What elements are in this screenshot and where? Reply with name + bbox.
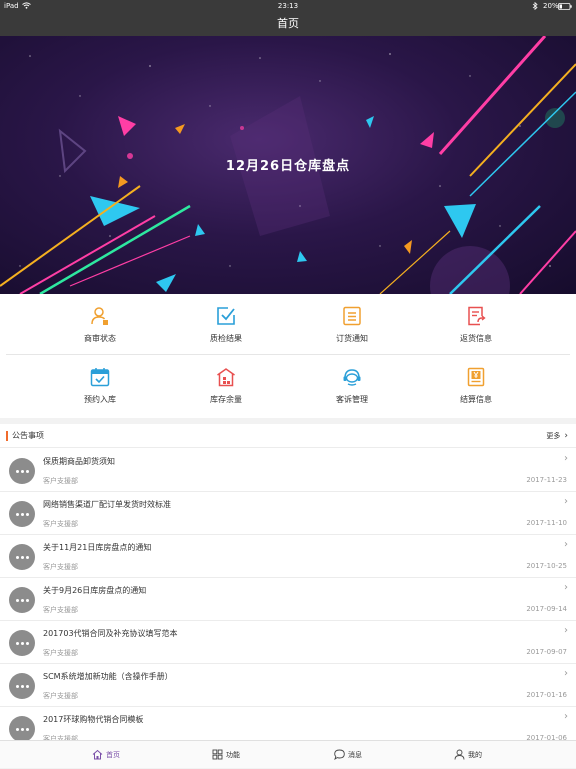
return-doc-icon [468, 306, 486, 326]
status-bar: iPad 23:13 20% [0, 0, 576, 12]
list-item-date: 2017-09-14 [526, 605, 567, 613]
more-dots-icon [9, 544, 35, 570]
grid-item-label: 库存余量 [210, 395, 242, 404]
tab-messages[interactable]: 消息 [316, 741, 388, 769]
grid-item-label: 订货通知 [336, 334, 368, 343]
warehouse-icon [217, 368, 235, 387]
grid-item-return-info[interactable]: 返货信息 [404, 294, 548, 354]
navigation-bar: 首页 [0, 12, 576, 36]
list-item-title: 保质期商品卸货须知 [43, 457, 115, 466]
list-item[interactable]: 201703代销合同及补充协议填写范本 客户支援部 2017-09-07 › [0, 621, 576, 664]
list-item-department: 客户支援部 [43, 606, 78, 614]
clock: 23:13 [277, 2, 299, 10]
tab-functions[interactable]: 功能 [194, 741, 266, 769]
more-dots-icon [9, 501, 35, 527]
list-item-date: 2017-10-25 [526, 562, 567, 570]
more-dots-icon [9, 673, 35, 699]
list-item[interactable]: 网络销售渠道厂配订单发货时效标准 客户支援部 2017-11-10 › [0, 492, 576, 535]
page-title: 首页 [277, 17, 299, 30]
notice-header: 公告事项 更多 › [0, 424, 576, 448]
list-item[interactable]: 2017环球购物代销合同模板 客户支援部 2017-01-06 › [0, 707, 576, 740]
bluetooth-icon [532, 2, 538, 10]
tab-label: 我的 [468, 751, 482, 759]
list-item-department: 客户支援部 [43, 692, 78, 700]
chevron-right-icon: › [564, 431, 568, 441]
notice-section: 公告事项 更多 › 保质期商品卸货须知 客户支援部 2017-11-23 › 网络销售渠道… [0, 424, 576, 740]
tab-profile[interactable]: 我的 [436, 741, 508, 769]
list-item-date: 2017-01-16 [526, 691, 567, 699]
battery-icon [558, 3, 572, 10]
chevron-right-icon: › [564, 453, 568, 464]
user-icon [91, 307, 108, 325]
list-doc-icon [343, 306, 361, 326]
more-label: 更多 [546, 432, 561, 440]
list-item-title: 网络销售渠道厂配订单发货时效标准 [43, 500, 171, 509]
list-item-date: 2017-11-10 [526, 519, 567, 527]
list-item-department: 客户支援部 [43, 520, 78, 528]
chevron-right-icon: › [564, 496, 568, 507]
list-item-date: 2017-11-23 [526, 476, 567, 484]
battery-percent: 20% [543, 2, 559, 10]
list-item-date: 2017-09-07 [526, 648, 567, 656]
list-item[interactable]: 关于11月21日库房盘点的通知 客户支援部 2017-10-25 › [0, 535, 576, 578]
list-item[interactable]: SCM系统增加新功能（含操作手册） 客户支援部 2017-01-16 › [0, 664, 576, 707]
more-dots-icon [9, 587, 35, 613]
list-item[interactable]: 保质期商品卸货须知 客户支援部 2017-11-23 › [0, 449, 576, 492]
chevron-right-icon: › [564, 625, 568, 636]
list-item-title: SCM系统增加新功能（含操作手册） [43, 672, 173, 681]
more-link[interactable]: 更多 › [546, 424, 568, 448]
tab-home[interactable]: 首页 [72, 741, 144, 769]
checkbox-icon [217, 307, 235, 325]
grid-icon [212, 749, 223, 760]
chevron-right-icon: › [564, 539, 568, 550]
calendar-check-icon [90, 368, 110, 387]
chevron-right-icon: › [564, 711, 568, 722]
list-item-title: 关于11月21日库房盘点的通知 [43, 543, 152, 552]
list-item-department: 客户支援部 [43, 477, 78, 485]
headset-icon [343, 369, 361, 386]
tab-label: 消息 [348, 751, 362, 759]
chevron-right-icon: › [564, 582, 568, 593]
grid-item-label: 客诉管理 [336, 395, 368, 404]
more-dots-icon [9, 458, 35, 484]
tab-bar: 首页 功能 消息 我的 [0, 740, 576, 768]
grid-item-order-notice[interactable]: 订货通知 [280, 294, 424, 354]
grid-item-complaint-management[interactable]: 客诉管理 [280, 355, 424, 415]
chevron-right-icon: › [564, 668, 568, 679]
list-item-title: 201703代销合同及补充协议填写范本 [43, 629, 178, 638]
grid-item-label: 返货信息 [460, 334, 492, 343]
grid-item-merchant-review-status[interactable]: 商审状态 [28, 294, 172, 354]
grid-item-label: 商审状态 [84, 334, 116, 343]
tab-label: 首页 [106, 751, 120, 759]
grid-item-booking-inbound[interactable]: 预约入库 [28, 355, 172, 415]
promo-banner[interactable]: 12月26日仓库盘点 [0, 36, 576, 294]
grid-item-label: 预约入库 [84, 395, 116, 404]
grid-item-qc-result[interactable]: 质检结果 [154, 294, 298, 354]
person-icon [454, 749, 465, 760]
grid-item-label: 结算信息 [460, 395, 492, 404]
list-item-department: 客户支援部 [43, 649, 78, 657]
section-title: 公告事项 [12, 431, 44, 440]
more-dots-icon [9, 716, 35, 740]
home-icon [92, 749, 103, 760]
chat-bubble-icon [334, 749, 345, 760]
yen-doc-icon [467, 367, 485, 387]
banner-headline: 12月26日仓库盘点 [225, 159, 351, 174]
list-item-department: 客户支援部 [43, 563, 78, 571]
list-item-title: 2017环球购物代销合同模板 [43, 715, 144, 724]
function-grid: 商审状态 质检结果 订货通知 返货信息 预约入库 库存余量 客诉管理 结算信息 [0, 294, 576, 418]
list-item-title: 关于9月26日库房盘点的通知 [43, 586, 147, 595]
grid-item-settlement-info[interactable]: 结算信息 [404, 355, 548, 415]
grid-item-stock-balance[interactable]: 库存余量 [154, 355, 298, 415]
list-item[interactable]: 关于9月26日库房盘点的通知 客户支援部 2017-09-14 › [0, 578, 576, 621]
section-accent-bar [6, 431, 8, 441]
grid-item-label: 质检结果 [210, 334, 242, 343]
more-dots-icon [9, 630, 35, 656]
tab-label: 功能 [226, 751, 240, 759]
